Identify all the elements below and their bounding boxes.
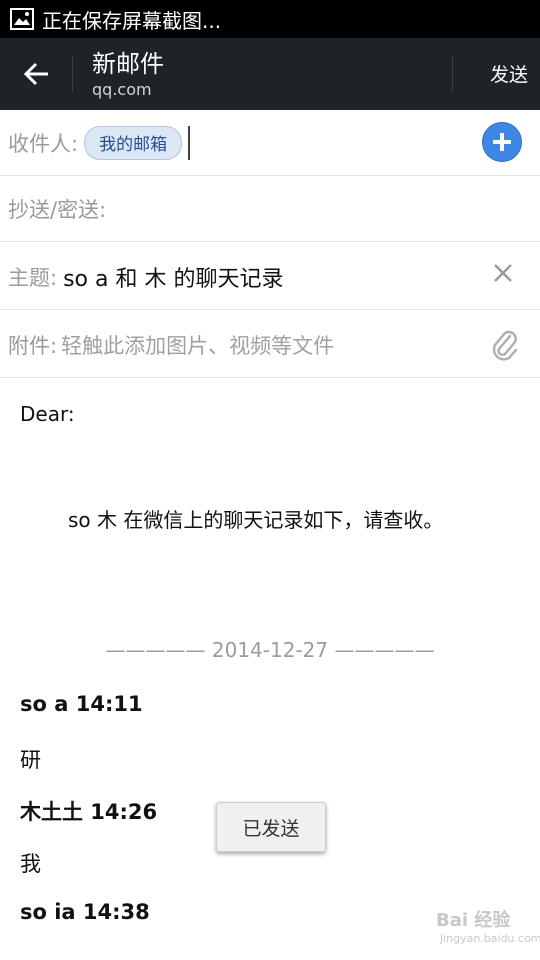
status-bar: 正在保存屏幕截图... xyxy=(0,0,540,38)
clear-subject-button[interactable] xyxy=(492,262,514,289)
add-recipient-button[interactable] xyxy=(482,122,522,162)
watermark-url: jingyan.baidu.com xyxy=(440,932,540,945)
recipient-label: 收件人: xyxy=(8,131,79,156)
plus-icon xyxy=(493,133,511,151)
date-divider: ————— 2014-12-27 ————— xyxy=(105,638,435,662)
back-button[interactable] xyxy=(14,54,58,94)
message-header: so a 14:11 xyxy=(20,692,143,716)
action-bar: 新邮件 qq.com 发送 xyxy=(0,38,540,110)
send-button[interactable]: 发送 xyxy=(490,60,528,87)
status-notification-text: 正在保存屏幕截图... xyxy=(42,8,222,33)
paperclip-icon xyxy=(492,330,518,361)
separator xyxy=(452,56,453,92)
subject-label: 主题: xyxy=(8,265,58,290)
arrow-left-icon xyxy=(23,62,48,86)
subject-row[interactable]: 主题: so a 和 木 的聊天记录 xyxy=(0,244,540,310)
sent-toast: 已发送 xyxy=(216,802,326,852)
cc-bcc-label: 抄送/密送: xyxy=(8,197,107,222)
separator xyxy=(72,56,73,92)
subject-input[interactable]: so a 和 木 的聊天记录 xyxy=(63,261,283,293)
account-email: qq.com xyxy=(92,80,152,99)
attach-file-button[interactable] xyxy=(490,328,520,367)
recipient-row[interactable]: 收件人: 我的邮箱 xyxy=(0,110,540,176)
text-cursor xyxy=(188,125,191,160)
intro-text: so 木 在微信上的聊天记录如下，请查收。 xyxy=(68,508,444,532)
watermark-logo: Bai 经验 jingyan.baidu.com xyxy=(420,900,540,950)
recipient-chip[interactable]: 我的邮箱 xyxy=(84,125,183,160)
message-header: 木土土 14:26 xyxy=(20,800,158,824)
attachment-placeholder: 轻触此添加图片、视频等文件 xyxy=(61,333,335,358)
cc-bcc-row[interactable]: 抄送/密送: xyxy=(0,176,540,242)
message-text: 我 xyxy=(20,852,41,876)
attachment-label: 附件: xyxy=(8,333,58,358)
watermark-brand: Bai 经验 xyxy=(436,910,511,931)
page-title: 新邮件 xyxy=(92,50,164,78)
message-text: 研 xyxy=(20,748,41,772)
greeting-text: Dear: xyxy=(20,402,75,426)
attachment-row[interactable]: 附件: 轻触此添加图片、视频等文件 xyxy=(0,312,540,378)
message-header: so ia 14:38 xyxy=(20,900,150,924)
close-icon xyxy=(494,264,512,282)
image-icon xyxy=(10,8,34,30)
email-body[interactable]: Dear: so 木 在微信上的聊天记录如下，请查收。 ————— 2014-1… xyxy=(0,380,540,960)
